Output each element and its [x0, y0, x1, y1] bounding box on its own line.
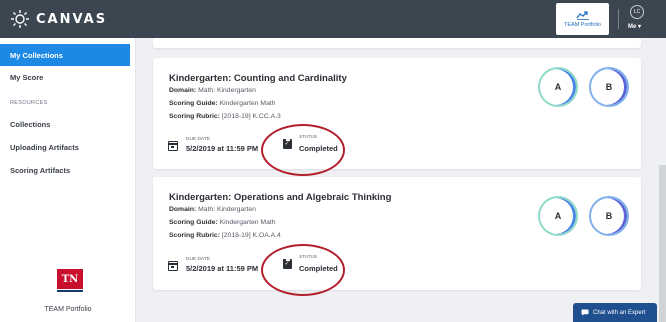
- due-date-value: 5/2/2019 at 11:59 PM: [186, 264, 259, 273]
- sidebar-item-uploading-artifacts[interactable]: Uploading Artifacts: [0, 136, 130, 158]
- status-highlight-ring: [261, 244, 345, 296]
- collection-scoring-guide: Scoring Guide: Kindergarten Math: [169, 100, 276, 107]
- scoring-rubric-label: Scoring Rubric:: [169, 232, 220, 239]
- collection-scoring-rubric: Scoring Rubric: [2018-19] K.CC.A.3: [169, 113, 281, 120]
- domain-value: Math: Kindergarten: [198, 87, 256, 94]
- sidebar-item-my-collections[interactable]: My Collections: [0, 44, 130, 66]
- domain-value: Math: Kindergarten: [198, 206, 256, 213]
- collection-title[interactable]: Kindergarten: Counting and Cardinality: [169, 73, 347, 84]
- scoring-guide-value: Kindergarten Math: [219, 219, 276, 226]
- scoring-rubric-value: [2018-19] K.OA.A.4: [221, 232, 281, 239]
- calendar-icon: [168, 261, 178, 271]
- calendar-icon: [168, 141, 178, 151]
- score-a-badge[interactable]: A: [538, 67, 578, 107]
- app-name: CANVAS: [36, 11, 108, 27]
- chat-button-label: Chat with an Expert: [593, 309, 646, 316]
- domain-label: Domain:: [169, 206, 197, 213]
- sidebar-item-label: Scoring Artifacts: [10, 165, 71, 175]
- user-menu[interactable]: Me ▾: [628, 23, 641, 30]
- scoring-guide-label: Scoring Guide:: [169, 100, 218, 107]
- collection-card[interactable]: Kindergarten: Counting and Cardinality D…: [153, 58, 641, 176]
- due-date-label: DUE DATE: [186, 137, 210, 142]
- collection-card[interactable]: Kindergarten: Operations and Algebraic T…: [153, 177, 641, 296]
- score-b-badge[interactable]: B: [589, 67, 629, 107]
- avatar[interactable]: LC: [630, 5, 644, 19]
- sidebar-section-heading: RESOURCES: [10, 100, 48, 106]
- chevron-down-icon: ▾: [638, 24, 642, 30]
- collection-domain: Domain: Math: Kindergarten: [169, 206, 256, 213]
- team-portfolio-label: TEAM Portfolio: [564, 22, 601, 28]
- scrollbar[interactable]: [659, 165, 666, 322]
- sidebar-item-label: Uploading Artifacts: [10, 142, 79, 152]
- scoring-rubric-label: Scoring Rubric:: [169, 113, 220, 120]
- sidebar-item-label: My Score: [10, 72, 44, 82]
- user-menu-label: Me: [628, 24, 637, 30]
- score-b-badge[interactable]: B: [589, 196, 629, 236]
- sidebar-item-collections[interactable]: Collections: [0, 113, 130, 135]
- tn-logo: TN: [57, 269, 83, 289]
- due-date-value: 5/2/2019 at 11:59 PM: [186, 144, 259, 153]
- sidebar-footer-caption: TEAM Portfolio: [44, 306, 92, 313]
- tn-logo-underline: [57, 290, 83, 292]
- chat-with-expert-button[interactable]: Chat with an Expert: [573, 303, 657, 322]
- sidebar-item-label: Collections: [10, 119, 51, 129]
- scoring-guide-value: Kindergarten Math: [219, 100, 276, 107]
- sidebar-item-scoring-artifacts[interactable]: Scoring Artifacts: [0, 159, 130, 181]
- collection-domain: Domain: Math: Kindergarten: [169, 87, 256, 94]
- status-highlight-ring: [261, 124, 345, 176]
- top-bar: CANVAS TEAM Portfolio LC Me ▾: [0, 0, 666, 38]
- collection-title[interactable]: Kindergarten: Operations and Algebraic T…: [169, 192, 391, 203]
- scoring-rubric-value: [2018-19] K.CC.A.3: [221, 113, 281, 120]
- collection-scoring-rubric: Scoring Rubric: [2018-19] K.OA.A.4: [169, 232, 281, 239]
- header-divider: [618, 9, 619, 29]
- chat-bubble-icon: [581, 309, 589, 316]
- score-a-badge[interactable]: A: [538, 196, 578, 236]
- domain-label: Domain:: [169, 87, 197, 94]
- app-logo[interactable]: CANVAS: [10, 9, 107, 29]
- scoring-guide-label: Scoring Guide:: [169, 219, 218, 226]
- canvas-logo-icon: [11, 10, 29, 28]
- collection-card-partial: [153, 38, 641, 48]
- team-portfolio-button[interactable]: TEAM Portfolio: [556, 3, 609, 35]
- team-portfolio-icon: [575, 11, 589, 20]
- sidebar-item-my-score[interactable]: My Score: [0, 66, 130, 88]
- due-date-label: DUE DATE: [186, 257, 210, 262]
- sidebar-item-label: My Collections: [10, 50, 63, 60]
- sidebar: My Collections My Score RESOURCES Collec…: [0, 38, 136, 322]
- collection-scoring-guide: Scoring Guide: Kindergarten Math: [169, 219, 276, 226]
